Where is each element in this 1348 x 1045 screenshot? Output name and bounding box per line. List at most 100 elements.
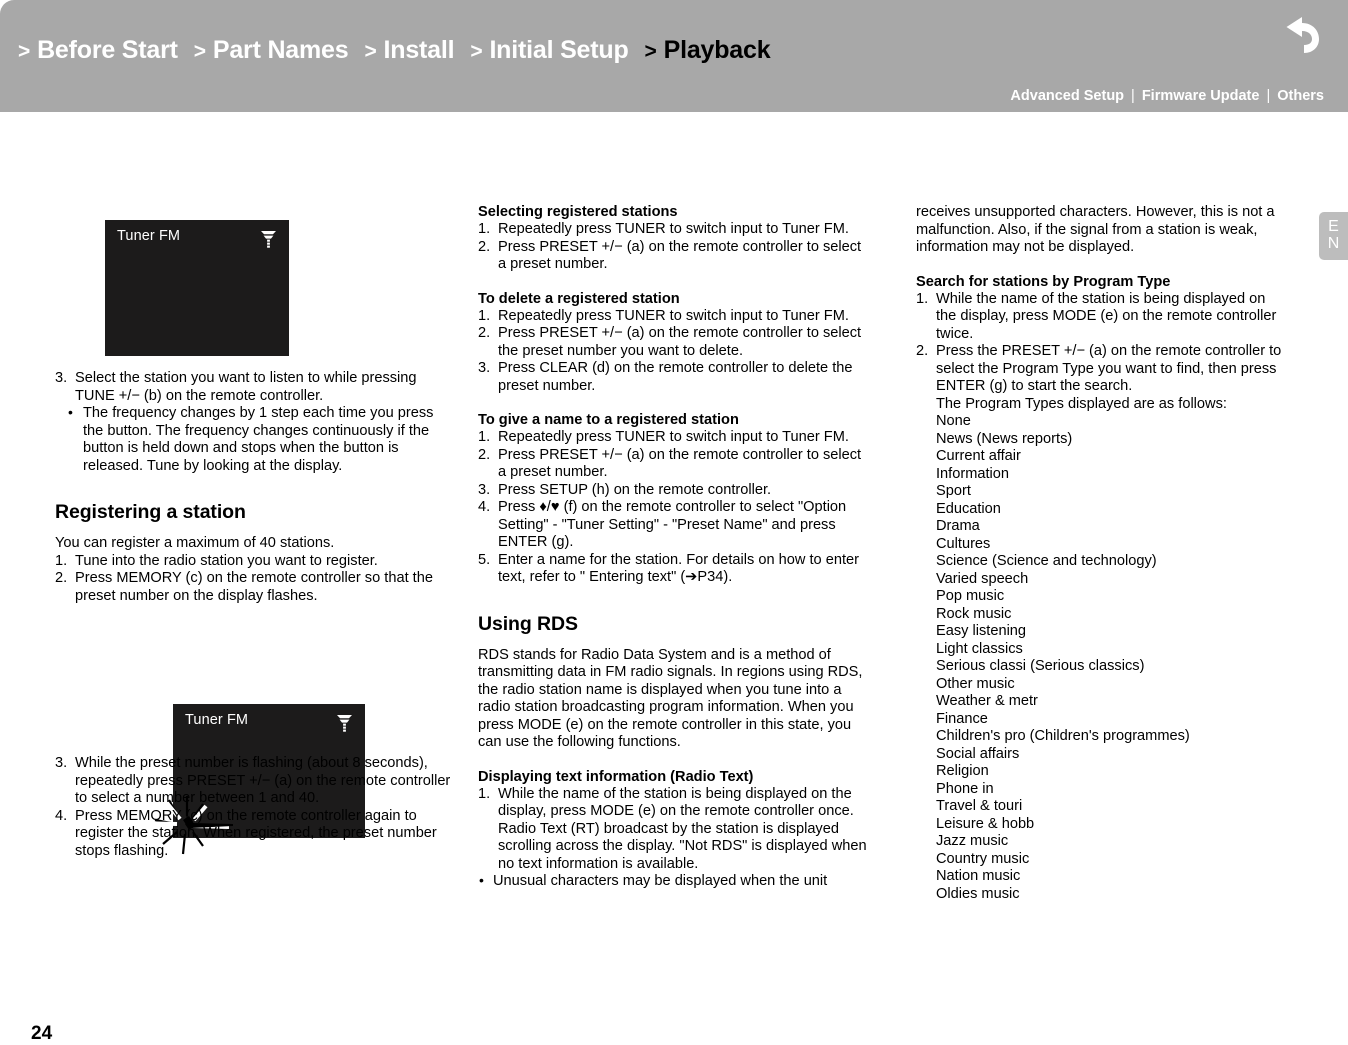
antenna-signal-icon: [336, 713, 353, 732]
list-item: Weather & metr: [936, 693, 1038, 709]
list-item: 3. Select the station you want to listen…: [55, 370, 455, 405]
program-type-list: None News (News reports) Current affair …: [916, 413, 1286, 903]
section-heading-search-by-program-type: Search for stations by Program Type: [916, 273, 1171, 290]
step-number: 4.: [478, 499, 491, 515]
header-links: Advanced Setup | Firmware Update | Other…: [1010, 88, 1324, 104]
breadcrumb-item-part-names[interactable]: > Part Names: [194, 36, 349, 65]
list-item: Finance: [936, 710, 988, 727]
list-item: 5. Enter a name for the station. For det…: [478, 552, 868, 587]
chevron-right-icon: >: [470, 40, 483, 63]
step-number: 1.: [478, 307, 491, 324]
list-item: 3. Press CLEAR (d) on the remote control…: [478, 360, 868, 395]
list-item: 3. While the preset number is flashing (…: [55, 755, 455, 808]
list-item: 2. Press MEMORY (c) on the remote contro…: [55, 570, 455, 605]
section-heading-selecting-registered-stations: Selecting registered stations: [478, 204, 678, 220]
registering-intro-text: You can register a maximum of 40 station…: [55, 535, 335, 551]
step-number: 2.: [55, 570, 68, 586]
list-item: None: [936, 413, 971, 429]
step-text: Press the PRESET +/− (a) on the remote c…: [936, 343, 1282, 394]
step-number: 2.: [478, 446, 491, 463]
step-text: Select the station you want to listen to…: [75, 370, 417, 404]
radio-text-step-list: 1. While the name of the station is bein…: [478, 786, 868, 874]
breadcrumb-item-initial-setup[interactable]: > Initial Setup: [470, 36, 628, 65]
list-item: Rock music: [936, 605, 1012, 622]
step-number: 1.: [478, 221, 491, 237]
step-text: Press ♦/♥ (f) on the remote controller t…: [498, 499, 847, 550]
list-item: Sport: [936, 483, 971, 499]
step-number: 2.: [478, 238, 491, 255]
breadcrumb-label: Before Start: [37, 36, 178, 64]
back-arrow-icon[interactable]: [1280, 14, 1322, 56]
chevron-right-icon: >: [18, 40, 31, 63]
link-firmware-update[interactable]: Firmware Update: [1142, 88, 1260, 104]
link-separator: |: [1131, 88, 1135, 104]
list-item: Current affair: [936, 448, 1021, 464]
page-content: Tuner FM 3. Select the station you want …: [0, 112, 1348, 1044]
step-text: Tune into the radio station you want to …: [75, 552, 378, 569]
step-number: 5.: [478, 551, 491, 568]
chevron-right-icon: >: [364, 40, 377, 63]
program-type-step-list: 1. While the name of the station is bein…: [916, 291, 1286, 396]
step-text: Repeatedly press TUNER to switch input t…: [498, 221, 849, 237]
bullet-text: The frequency changes by 1 step each tim…: [83, 405, 434, 474]
list-item: News (News reports): [936, 430, 1073, 447]
list-item: 2. Press PRESET +/− (a) on the remote co…: [478, 447, 868, 482]
list-item: • The frequency changes by 1 step each t…: [55, 404, 455, 475]
selecting-step-list: 1. Repeatedly press TUNER to switch inpu…: [478, 221, 868, 274]
link-others[interactable]: Others: [1277, 88, 1324, 104]
breadcrumb-item-before-start[interactable]: > Before Start: [18, 36, 178, 65]
radio-text-note-continued: receives unsupported characters. However…: [916, 204, 1275, 255]
list-item: 1. Tune into the radio station you want …: [55, 553, 455, 571]
breadcrumb-item-install[interactable]: > Install: [364, 36, 454, 65]
step-text: While the name of the station is being d…: [498, 785, 867, 872]
bullet-icon: •: [479, 872, 484, 888]
list-item: Serious classi (Serious classics): [936, 658, 1145, 674]
step-number: 3.: [478, 360, 491, 376]
list-item: Nation music: [936, 868, 1021, 884]
list-item: Leisure & hobb: [936, 815, 1035, 832]
step-text: Repeatedly press TUNER to switch input t…: [498, 429, 849, 445]
list-item: Easy listening: [936, 623, 1027, 639]
section-heading-using-rds: Using RDS: [478, 612, 578, 635]
list-item: Phone in: [936, 780, 994, 797]
step-number: 3.: [478, 481, 491, 498]
program-type-intro-text: The Program Types displayed are as follo…: [936, 395, 1227, 412]
step-number: 2.: [916, 343, 929, 359]
list-item: 1. Repeatedly press TUNER to switch inpu…: [478, 308, 868, 326]
list-item: 1. While the name of the station is bein…: [916, 291, 1286, 344]
chevron-right-icon: >: [644, 40, 657, 63]
display-label-tuner-fm: Tuner FM: [185, 712, 249, 728]
section-heading-name-registered-station: To give a name to a registered station: [478, 412, 739, 428]
section-heading-delete-registered-station: To delete a registered station: [478, 290, 680, 307]
breadcrumb-item-playback[interactable]: > Playback: [645, 36, 771, 65]
step-number: 1.: [478, 429, 491, 445]
column-right: receives unsupported characters. However…: [916, 204, 1286, 903]
column-left: 3. Select the station you want to listen…: [55, 204, 455, 860]
step-text: Press PRESET +/− (a) on the remote contr…: [498, 238, 862, 273]
page-number: 24: [31, 1023, 53, 1044]
step-number: 1.: [55, 552, 68, 569]
naming-step-list: 1. Repeatedly press TUNER to switch inpu…: [478, 429, 868, 587]
list-item: Varied speech: [936, 570, 1029, 587]
list-item: 1. Repeatedly press TUNER to switch inpu…: [478, 429, 868, 447]
step-text: Press PRESET +/− (a) on the remote contr…: [498, 446, 862, 481]
tuning-step-list: 3. Select the station you want to listen…: [55, 370, 455, 405]
link-advanced-setup[interactable]: Advanced Setup: [1010, 88, 1124, 104]
radio-text-note-list: • Unusual characters may be displayed wh…: [478, 872, 868, 891]
bullet-text: Unusual characters may be displayed when…: [493, 873, 828, 889]
bullet-icon: •: [68, 404, 73, 420]
step-number: 4.: [55, 807, 68, 824]
step-text: Enter a name for the station. For detail…: [498, 551, 859, 586]
step-text: Press PRESET +/− (a) on the remote contr…: [498, 325, 862, 359]
breadcrumb-label: Part Names: [212, 36, 349, 64]
list-item: 1. While the name of the station is bein…: [478, 786, 868, 874]
list-item: 3. Press SETUP (h) on the remote control…: [478, 482, 868, 500]
list-item: Drama: [936, 518, 980, 534]
step-text: While the preset number is flashing (abo…: [75, 755, 451, 806]
step-number: 2.: [478, 325, 491, 341]
step-number: 3.: [55, 370, 68, 386]
chevron-right-icon: >: [193, 40, 206, 63]
list-item: • Unusual characters may be displayed wh…: [478, 872, 868, 891]
step-text: While the name of the station is being d…: [936, 290, 1277, 342]
step-text: Repeatedly press TUNER to switch input t…: [498, 307, 849, 324]
